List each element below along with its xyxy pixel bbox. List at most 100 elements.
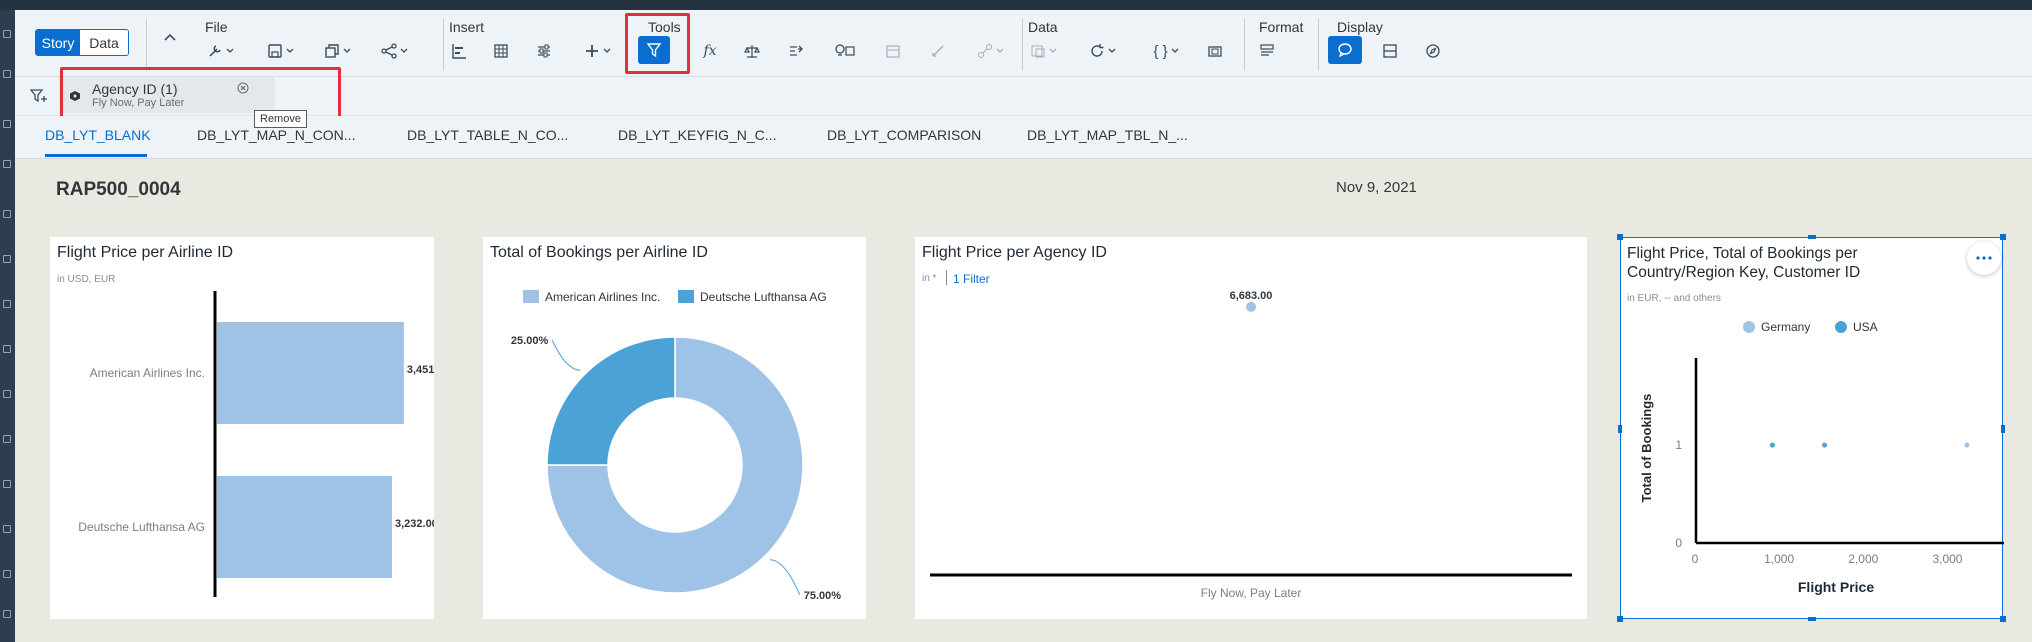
page-tabs-bar: DB_LYT_BLANK DB_LYT_MAP_N_CON... DB_LYT_… <box>15 116 2032 159</box>
calendar-icon[interactable] <box>881 38 905 64</box>
x-tick-label: 0 <box>1692 552 1699 566</box>
data-mode-button[interactable]: Data <box>80 30 128 55</box>
legend-label: American Airlines Inc. <box>545 290 660 304</box>
left-navigation-rail <box>0 10 15 642</box>
display-group-label: Display <box>1337 19 1383 35</box>
explore-icon[interactable] <box>1421 38 1445 64</box>
data-label: 3,451.00 <box>407 364 434 376</box>
braces-icon[interactable]: { } <box>1146 38 1186 64</box>
data-point <box>1822 442 1828 448</box>
linked-analysis-icon[interactable] <box>784 38 808 64</box>
home-nav-icon[interactable] <box>3 30 11 38</box>
formula-icon[interactable]: fx <box>698 38 722 64</box>
resize-handle[interactable] <box>1617 234 1623 240</box>
price-bookings-country-card[interactable]: Flight Price, Total of Bookings per Coun… <box>1617 234 2006 622</box>
scatter-chart: Germany USA 0 1,000 2,000 3,000 0 1 Flight Price… <box>1639 320 2004 595</box>
story-data-toggle: Story Data <box>35 29 129 56</box>
data-label: 6,683.00 <box>1230 290 1273 302</box>
legend-swatch <box>678 290 694 303</box>
bar <box>217 322 404 424</box>
legend-marker <box>1743 321 1755 333</box>
tools-highlight-box <box>625 13 690 74</box>
edit-tools-icon[interactable] <box>203 38 237 64</box>
analytics-nav-icon[interactable] <box>3 160 11 168</box>
legend-marker <box>1835 321 1847 333</box>
tab-db-lyt-comparison[interactable]: DB_LYT_COMPARISON <box>827 127 981 143</box>
security-nav-icon[interactable] <box>3 435 11 443</box>
frame-icon[interactable] <box>1203 38 1227 64</box>
files-nav-icon[interactable] <box>3 70 11 78</box>
calendar-nav-icon[interactable] <box>3 345 11 353</box>
remove-tooltip: Remove <box>254 110 307 128</box>
resize-handle[interactable] <box>2000 616 2006 622</box>
x-tick-label: 3,000 <box>1932 552 1962 566</box>
legend-label: Germany <box>1761 320 1810 334</box>
resize-handle[interactable] <box>1618 425 1622 433</box>
collapse-toolbar-icon[interactable] <box>163 24 177 50</box>
category-label: Fly Now, Pay Later <box>1201 586 1302 600</box>
leader-line <box>551 340 581 371</box>
x-tick-label: 2,000 <box>1848 552 1878 566</box>
data-group-label: Data <box>1028 19 1058 35</box>
resize-handle[interactable] <box>2001 425 2005 433</box>
leader-line <box>769 559 801 595</box>
share-icon[interactable] <box>377 38 411 64</box>
link-icon[interactable] <box>973 38 1007 64</box>
bar-chart: American Airlines Inc. 3,451.00 Deutsche L… <box>78 291 434 597</box>
x-tick-label: 1,000 <box>1764 552 1794 566</box>
transport-nav-icon[interactable] <box>3 390 11 398</box>
add-icon[interactable] <box>580 38 614 64</box>
flight-price-airline-card[interactable]: Flight Price per Airline ID in USD, EUR … <box>50 237 434 619</box>
modeler-nav-icon[interactable] <box>3 210 11 218</box>
view-icon[interactable] <box>1255 38 1279 64</box>
resize-handle[interactable] <box>1617 616 1623 622</box>
data-label: 3,232.00 <box>395 518 434 530</box>
page-title: RAP500_0004 <box>56 179 181 200</box>
resize-handle[interactable] <box>1808 617 1816 621</box>
panel-icon[interactable] <box>1378 38 1402 64</box>
deployment-nav-icon[interactable] <box>3 480 11 488</box>
comment-icon[interactable] <box>1328 36 1362 64</box>
resize-handle[interactable] <box>2000 234 2006 240</box>
data-point <box>1246 301 1256 312</box>
story-canvas: RAP500_0004 Nov 9, 2021 Flight Price per… <box>15 159 2032 642</box>
administration-nav-icon[interactable] <box>3 525 11 533</box>
balance-icon[interactable] <box>740 38 764 64</box>
data-label: 75.00% <box>804 590 842 602</box>
app-top-strip <box>0 0 2032 10</box>
smart-insights-icon[interactable] <box>831 38 859 64</box>
data-nav-icon[interactable] <box>3 255 11 263</box>
stories-nav-icon[interactable] <box>3 120 11 128</box>
refresh-icon[interactable] <box>1085 38 1119 64</box>
category-label: Deutsche Lufthansa AG <box>78 520 205 534</box>
tab-db-lyt-blank[interactable]: DB_LYT_BLANK <box>45 127 151 143</box>
system-nav-icon[interactable] <box>3 570 11 578</box>
category-label: American Airlines Inc. <box>90 366 205 380</box>
legend-label: Deutsche Lufthansa AG <box>700 290 827 304</box>
pen-icon[interactable] <box>926 38 950 64</box>
x-axis-title: Flight Price <box>1798 579 1874 595</box>
input-control-icon[interactable] <box>532 38 556 64</box>
story-mode-button[interactable]: Story <box>36 30 81 55</box>
tab-db-lyt-map-tbl-n[interactable]: DB_LYT_MAP_TBL_N_... <box>1027 127 1188 143</box>
active-tab-indicator <box>45 154 147 157</box>
help-nav-icon[interactable] <box>3 610 11 618</box>
bookings-airline-card[interactable]: Total of Bookings per Airline ID America… <box>483 237 866 619</box>
resize-handle[interactable] <box>1808 235 1816 239</box>
data-change-icon[interactable] <box>1026 38 1060 64</box>
donut-chart: American Airlines Inc. Deutsche Lufthansa… <box>511 290 842 602</box>
y-tick-label: 1 <box>1675 438 1682 452</box>
copy-icon[interactable] <box>320 38 354 64</box>
save-icon[interactable] <box>263 38 297 64</box>
tab-db-lyt-keyfig-n-c[interactable]: DB_LYT_KEYFIG_N_C... <box>618 127 776 143</box>
point-chart: 6,683.00 Fly Now, Pay Later <box>930 290 1572 600</box>
tab-db-lyt-map-n-con[interactable]: DB_LYT_MAP_N_CON... <box>197 127 355 143</box>
add-story-filter-icon[interactable] <box>29 88 48 109</box>
table-icon[interactable] <box>489 38 513 64</box>
insert-group-label: Insert <box>449 19 485 35</box>
tab-db-lyt-table-n-co[interactable]: DB_LYT_TABLE_N_CO... <box>407 127 568 143</box>
chart-builder-icon[interactable] <box>447 38 471 64</box>
connections-nav-icon[interactable] <box>3 300 11 308</box>
format-group-label: Format <box>1259 19 1304 35</box>
flight-price-agency-card[interactable]: Flight Price per Agency ID in * 1 Filter… <box>915 237 1587 619</box>
